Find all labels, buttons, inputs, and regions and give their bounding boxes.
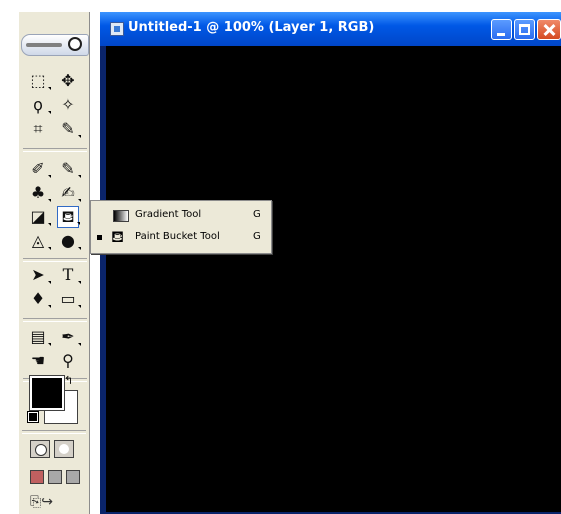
document-icon — [110, 22, 124, 36]
shape-icon[interactable]: ▭ — [57, 288, 81, 310]
quick-mask-button[interactable] — [54, 440, 74, 458]
toolbox-header[interactable] — [21, 34, 89, 56]
canvas[interactable] — [106, 46, 561, 512]
paint-bucket-icon: ⛾ — [111, 227, 125, 246]
divider — [23, 318, 87, 322]
tool-row: ▤ ✒ — [27, 326, 91, 348]
slice-icon[interactable]: ✎ — [57, 118, 81, 140]
standard-screen-button[interactable] — [30, 470, 44, 484]
eyedropper-icon[interactable]: ✒ — [57, 326, 81, 348]
brush-icon[interactable]: ✎ — [57, 158, 81, 180]
default-colors-icon[interactable] — [27, 411, 39, 423]
maximize-button[interactable] — [514, 19, 535, 40]
zoom-icon[interactable]: ⚲ — [57, 350, 79, 372]
eraser-icon[interactable]: ◪ — [27, 206, 51, 228]
tool-row: ♦ ▭ — [27, 288, 91, 310]
close-button[interactable] — [537, 19, 561, 40]
type-icon[interactable]: T — [57, 264, 81, 286]
tool-row: ⬚ ✥ — [27, 70, 91, 92]
eye-icon — [68, 37, 82, 51]
quick-mask-modes — [30, 440, 82, 460]
tool-row: ◪ ⛾ — [27, 206, 91, 228]
document-window: Untitled-1 @ 100% (Layer 1, RGB) — [100, 12, 561, 514]
tool-row: ♣ ✍ — [27, 182, 91, 204]
tool-row: ϙ ✧ — [27, 94, 91, 116]
gradient-tool-shortcut: G — [253, 209, 261, 220]
jump-to-imageready-icon[interactable]: ⎘↪ — [30, 494, 53, 510]
divider — [23, 258, 87, 262]
paint-bucket-tool-item[interactable]: ⛾ Paint Bucket Tool G — [91, 227, 269, 249]
standard-mode-button[interactable] — [30, 440, 50, 458]
foreground-color-swatch[interactable] — [29, 375, 65, 411]
tool-flyout-menu: Gradient Tool G ⛾ Paint Bucket Tool G — [90, 200, 272, 254]
document-title: Untitled-1 @ 100% (Layer 1, RGB) — [128, 20, 375, 35]
pen-icon[interactable]: ♦ — [27, 288, 51, 310]
tool-row: ◬ ● — [27, 230, 91, 252]
tool-row: ✐ ✎ — [27, 158, 91, 180]
marquee-icon[interactable]: ⬚ — [27, 70, 51, 92]
gradient-tool-label: Gradient Tool — [135, 209, 202, 220]
full-screen-menu-button[interactable] — [48, 470, 62, 484]
swap-colors-icon[interactable]: ↰ — [64, 374, 73, 387]
document-titlebar[interactable]: Untitled-1 @ 100% (Layer 1, RGB) — [100, 12, 561, 46]
selected-bullet — [97, 235, 102, 240]
paint-bucket-tool-shortcut: G — [253, 231, 261, 242]
tool-row: ☚ ⚲ — [27, 350, 91, 372]
dodge-icon[interactable]: ● — [57, 230, 81, 252]
paint-bucket-tool-label: Paint Bucket Tool — [135, 231, 220, 242]
path-selection-icon[interactable]: ➤ — [27, 264, 51, 286]
move-icon[interactable]: ✥ — [57, 70, 79, 92]
toolbox: ⬚ ✥ ϙ ✧ ⌗ ✎ ✐ ✎ ♣ ✍ ◪ ⛾ ◬ ● ➤ T ♦ ▭ ▤ ✒ … — [18, 12, 90, 514]
clone-stamp-icon[interactable]: ♣ — [27, 182, 51, 204]
notes-icon[interactable]: ▤ — [27, 326, 51, 348]
divider — [23, 148, 87, 152]
minimize-button[interactable] — [491, 19, 512, 40]
divider — [22, 430, 86, 434]
screen-modes — [30, 470, 86, 488]
gradient-icon — [113, 210, 129, 222]
blur-icon[interactable]: ◬ — [27, 230, 51, 252]
healing-brush-icon[interactable]: ✐ — [27, 158, 51, 180]
lasso-icon[interactable]: ϙ — [27, 94, 51, 116]
history-brush-icon[interactable]: ✍ — [57, 182, 81, 204]
tool-row: ⌗ ✎ — [27, 118, 91, 140]
full-screen-button[interactable] — [66, 470, 80, 484]
feather-icon — [26, 43, 62, 47]
paint-bucket-icon[interactable]: ⛾ — [57, 206, 80, 228]
gradient-tool-item[interactable]: Gradient Tool G — [91, 205, 269, 227]
crop-icon[interactable]: ⌗ — [27, 118, 49, 140]
hand-icon[interactable]: ☚ — [27, 350, 49, 372]
magic-wand-icon[interactable]: ✧ — [57, 94, 79, 116]
tool-row: ➤ T — [27, 264, 91, 286]
